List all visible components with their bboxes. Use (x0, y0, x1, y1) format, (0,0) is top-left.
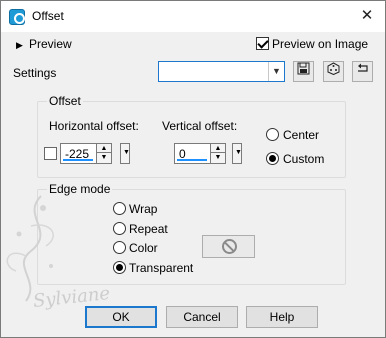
randomize-button[interactable] (323, 61, 344, 82)
spin-up-icon[interactable]: ▲ (97, 144, 111, 153)
spin-up-icon[interactable]: ▲ (211, 144, 225, 153)
edge-color-swatch[interactable] (202, 235, 255, 258)
expand-arrow-icon[interactable]: ▶ (16, 40, 23, 51)
spin-down-icon[interactable]: ▼ (211, 153, 225, 162)
custom-radio[interactable] (266, 152, 279, 165)
wrap-radio[interactable] (113, 202, 126, 215)
spin-down-icon[interactable]: ▼ (97, 153, 111, 162)
horizontal-offset-label: Horizontal offset: (49, 119, 139, 133)
app-icon (9, 9, 25, 25)
close-button[interactable]: ✕ (355, 5, 379, 27)
reset-arrow-icon (358, 63, 368, 72)
transparent-label[interactable]: Transparent (129, 261, 193, 275)
window-title: Offset (32, 9, 64, 23)
dice-icon (327, 62, 340, 76)
vertical-offset-label: Vertical offset: (162, 119, 238, 133)
title-bar[interactable]: Offset ✕ (1, 1, 385, 32)
focus-underline (63, 159, 93, 161)
offset-dialog: Offset ✕ ▶ Preview Preview on Image Sett… (0, 0, 386, 338)
cancel-button[interactable]: Cancel (166, 306, 238, 328)
settings-label: Settings (13, 66, 57, 80)
repeat-radio[interactable] (113, 222, 126, 235)
settings-dropdown[interactable]: ▼ (158, 61, 285, 82)
help-button[interactable]: Help (246, 306, 318, 328)
vertical-spin-buttons[interactable]: ▲ ▼ (210, 144, 225, 163)
center-label[interactable]: Center (283, 128, 319, 142)
transparent-radio[interactable] (113, 261, 126, 274)
ok-button[interactable]: OK (85, 306, 157, 328)
edge-mode-group-title: Edge mode (47, 182, 113, 196)
offset-group-title: Offset (47, 94, 83, 108)
vertical-offset-spinner[interactable]: 0 ▲ ▼ (174, 143, 226, 164)
link-offsets-checkbox[interactable] (44, 147, 57, 160)
preview-on-image-label[interactable]: Preview on Image (272, 37, 368, 51)
wrap-label[interactable]: Wrap (129, 202, 157, 216)
horizontal-spin-buttons[interactable]: ▲ ▼ (96, 144, 111, 163)
no-color-icon (222, 239, 237, 254)
horizontal-slider-button[interactable]: ▼ (120, 143, 130, 164)
save-preset-button[interactable] (293, 61, 314, 82)
color-label[interactable]: Color (129, 241, 158, 255)
vertical-slider-button[interactable]: ▼ (232, 143, 242, 164)
chevron-down-icon[interactable]: ▼ (268, 62, 284, 81)
floppy-disk-icon (297, 62, 310, 75)
preview-toggle[interactable]: Preview (29, 37, 72, 51)
custom-label[interactable]: Custom (283, 152, 324, 166)
focus-underline (177, 159, 207, 161)
reset-button[interactable] (352, 61, 373, 82)
color-radio[interactable] (113, 241, 126, 254)
preview-on-image-checkbox[interactable] (256, 37, 269, 50)
center-radio[interactable] (266, 128, 279, 141)
repeat-label[interactable]: Repeat (129, 222, 168, 236)
horizontal-offset-spinner[interactable]: -225 ▲ ▼ (60, 143, 112, 164)
